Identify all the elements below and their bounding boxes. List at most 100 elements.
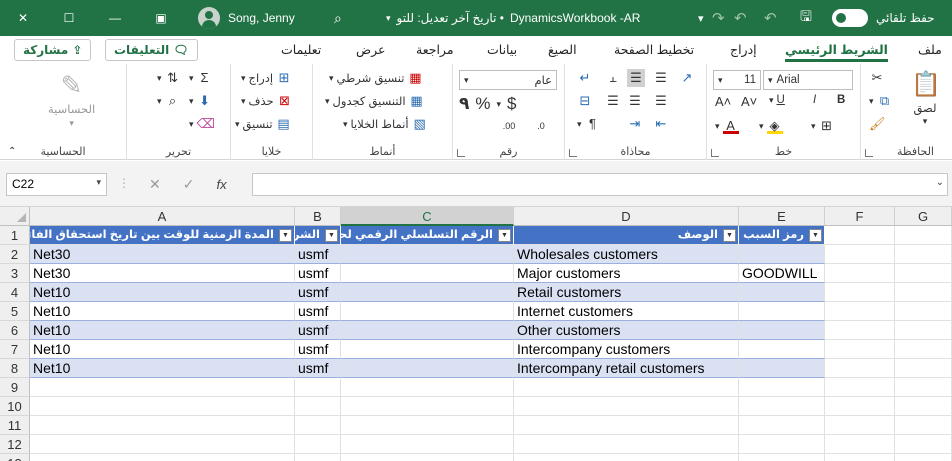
cell-f11[interactable] [825,416,895,435]
text-direction-button[interactable]: ▾ ¶ [577,116,601,132]
increase-decimal-button[interactable]: .0 [533,118,549,134]
align-center-button[interactable]: ☰ [627,93,643,109]
cell-b13[interactable] [295,454,341,461]
filter-dropdown-icon[interactable]: ▼ [809,229,822,242]
cell-c11[interactable] [341,416,514,435]
cut-button[interactable]: ✂ [869,70,885,86]
filter-dropdown-icon[interactable]: ▼ [723,229,736,242]
cell-e1[interactable]: رمز السبب ▼ [739,226,825,245]
row-header-11[interactable]: 11 [0,416,30,435]
tab-insert[interactable]: إدراج [730,42,757,57]
tab-home[interactable]: الشريط الرئيسي [785,42,888,62]
cell-b6[interactable]: usmf [295,321,341,340]
maximize-window-button[interactable]: ☐ [46,0,92,36]
percent-style-button[interactable]: % [475,94,490,114]
cell-b10[interactable] [295,397,341,416]
bold-button[interactable]: B [837,94,845,106]
tab-review[interactable]: مراجعة [416,42,454,57]
cell-f10[interactable] [825,397,895,416]
undo-button[interactable]: ↶ [764,0,777,36]
row-header-7[interactable]: 7 [0,340,30,359]
font-size-dropdown[interactable]: ▾ 11 [713,70,761,90]
cell-g6[interactable] [895,321,952,340]
enter-icon[interactable]: ✓ [183,176,195,193]
cell-f9[interactable] [825,378,895,397]
cell-b11[interactable] [295,416,341,435]
align-top-button[interactable]: ⫠ [605,70,621,86]
cell-g12[interactable] [895,435,952,454]
customize-qat-button[interactable]: ▾ [698,0,704,36]
workbook-title[interactable]: DynamicsWorkbook -AR • تاريخ آخر تعديل: … [386,0,640,36]
cell-a7[interactable]: Net10 [30,340,295,359]
ribbon-display-options-button[interactable]: ▣ [138,0,184,36]
cell-d10[interactable] [514,397,739,416]
increase-indent-button[interactable]: ⇥ [627,116,643,132]
clear-button[interactable]: ▾ ⌫ [189,116,215,132]
cell-f1[interactable] [825,226,895,245]
tab-view[interactable]: عرض [356,42,385,57]
cell-c13[interactable] [341,454,514,461]
cell-f5[interactable] [825,302,895,321]
cell-e13[interactable] [739,454,825,461]
cell-e9[interactable] [739,378,825,397]
cell-styles-button[interactable]: ▾ أنماط الخلايا ▧ [343,116,428,132]
cell-a5[interactable]: Net10 [30,302,295,321]
redo-button[interactable]: ↷ [712,0,725,36]
insert-cells-button[interactable]: ▾ إدراج ⊞ [241,70,292,86]
cell-b5[interactable]: usmf [295,302,341,321]
cell-g9[interactable] [895,378,952,397]
save-button[interactable]: 🖫 [800,0,812,36]
cell-b8[interactable]: usmf [295,359,341,378]
cell-g8[interactable] [895,359,952,378]
cell-d9[interactable] [514,378,739,397]
tab-page-layout[interactable]: تخطيط الصفحة [614,42,694,57]
row-header-3[interactable]: 3 [0,264,30,283]
minimize-window-button[interactable]: — [92,0,138,36]
paste-button[interactable]: 📋 لصق ▾ [911,70,941,127]
share-button[interactable]: مشاركة ⇪ [14,39,92,61]
account-area[interactable]: Song, Jenny [198,0,295,36]
cell-e3[interactable]: GOODWILL [739,264,825,283]
filter-dropdown-icon[interactable]: ▼ [498,229,511,242]
cell-a8[interactable]: Net10 [30,359,295,378]
row-header-9[interactable]: 9 [0,378,30,397]
cell-g11[interactable] [895,416,952,435]
expand-formula-icon[interactable]: ⌄ [936,177,944,188]
cell-c10[interactable] [341,397,514,416]
accounting-format-button[interactable]: $ [507,94,516,114]
row-header-8[interactable]: 8 [0,359,30,378]
cell-a10[interactable] [30,397,295,416]
column-header-e[interactable]: E [739,207,825,226]
column-header-f[interactable]: F [825,207,895,226]
cell-d1[interactable]: الوصف ▼ [514,226,739,245]
select-all-button[interactable] [0,207,30,226]
font-launcher-icon[interactable] [711,149,719,157]
decrease-decimal-button[interactable]: .00 [501,118,517,134]
cell-c7[interactable] [341,340,514,359]
align-bottom-button[interactable]: ☰ [653,70,669,86]
formula-input[interactable] [252,173,948,196]
cell-d11[interactable] [514,416,739,435]
sensitivity-button[interactable]: ✎ الحساسية ▾ [48,70,95,129]
close-window-button[interactable]: ✕ [0,0,46,36]
cell-e12[interactable] [739,435,825,454]
filter-dropdown-icon[interactable]: ▼ [325,229,338,242]
comma-style-button[interactable]: ٩ [459,94,469,114]
cell-d5[interactable]: Internet customers [514,302,739,321]
cell-c1[interactable]: الرقم التسلسلي الرقمي لحساب العميل▼ [341,226,514,245]
number-format-dropdown[interactable]: ▾ عام [459,70,557,90]
cell-f12[interactable] [825,435,895,454]
cell-c3[interactable] [341,264,514,283]
align-middle-button[interactable]: ☰ [627,69,645,87]
cell-a11[interactable] [30,416,295,435]
insert-function-icon[interactable]: fx [216,177,226,192]
delete-cells-button[interactable]: ▾ حذف ⊠ [241,93,293,109]
cell-e2[interactable] [739,245,825,264]
cell-a9[interactable] [30,378,295,397]
cell-c9[interactable] [341,378,514,397]
cell-c12[interactable] [341,435,514,454]
cell-d12[interactable] [514,435,739,454]
cell-e4[interactable] [739,283,825,302]
autosave-toggle[interactable] [832,0,868,36]
tab-formulas[interactable]: الصيغ [548,42,577,57]
